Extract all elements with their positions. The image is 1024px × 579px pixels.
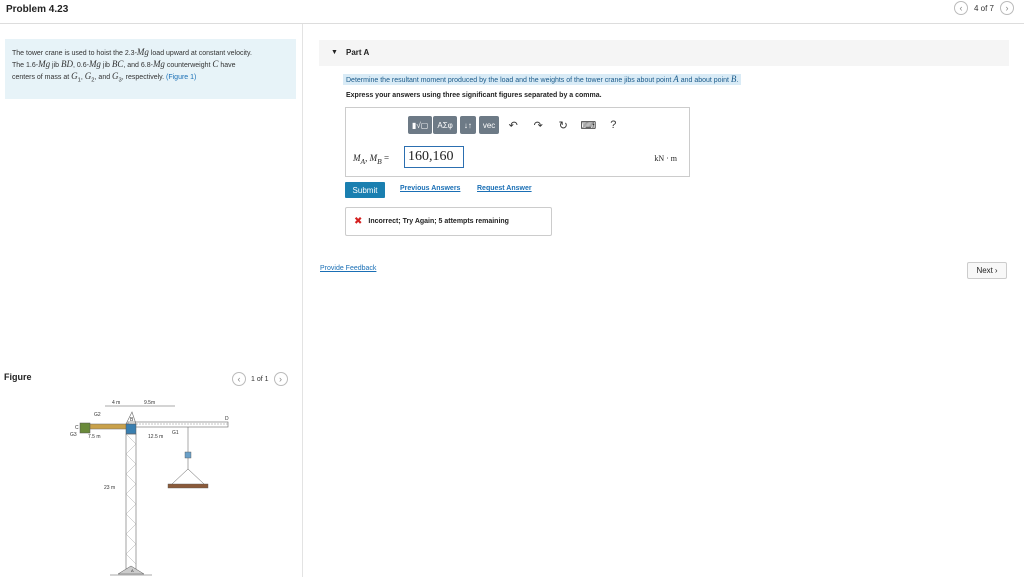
desc-math: BD <box>60 59 73 69</box>
x-icon: ✖ <box>354 216 363 227</box>
var-m: M <box>353 153 361 163</box>
sling <box>171 468 205 485</box>
right-column: ▼ Part A Determine the resultant moment … <box>304 24 1024 577</box>
problem-title: Problem 4.23 <box>6 4 69 15</box>
label-g3: G3 <box>70 432 77 438</box>
previous-answers-link[interactable]: Previous Answers <box>400 185 460 192</box>
counter-jib <box>84 423 131 430</box>
left-column: The tower crane is used to hoist the 2.3… <box>0 24 303 577</box>
vec-button[interactable]: vec <box>478 116 500 134</box>
tower-crane-figure[interactable]: 4 m 9.5m G2 G3 G1 B C D A 7.5 m 12.5 m 2… <box>60 394 240 579</box>
dim-label-125m: 12.5 m <box>148 434 163 440</box>
pager-text: 4 of 7 <box>973 3 994 13</box>
top-bar: Problem 4.23 ‹ 4 of 7 › <box>0 0 1024 24</box>
desc-text: jib <box>50 62 61 69</box>
part-a-header[interactable]: ▼ Part A <box>319 40 1009 66</box>
desc-text: counterweight <box>164 62 213 69</box>
label-a: A <box>131 568 134 573</box>
variable-label: MA, MB = <box>353 153 389 166</box>
toolbar-group: ▮√▢ ΑΣφ <box>408 116 457 134</box>
part-a-label: Part A <box>346 48 370 57</box>
feedback-text: Incorrect; Try Again; 5 attempts remaini… <box>368 218 509 225</box>
arrows-button[interactable]: ↓↑ <box>459 116 476 134</box>
question-part: and about point <box>678 77 731 84</box>
reset-icon[interactable]: ↻ <box>552 116 574 134</box>
desc-text: The 1.6- <box>12 62 39 69</box>
desc-text: , and <box>94 74 113 81</box>
cab <box>125 423 137 435</box>
desc-math: Mg <box>152 59 165 69</box>
desc-math: Mg <box>38 59 51 69</box>
desc-text: jib <box>100 62 112 69</box>
desc-text: centers of mass at <box>12 74 72 81</box>
unit-label: kN · m <box>654 154 677 163</box>
chevron-right-icon[interactable]: › <box>273 372 288 386</box>
answer-box: ▮√▢ ΑΣφ ↓↑ vec ↶ ↷ ↻ ⌨ ? MA, MB = 160,16… <box>345 107 690 177</box>
desc-text: load upward at constant velocity. <box>148 50 252 57</box>
label-d: D <box>225 416 229 422</box>
chevron-right-icon[interactable]: › <box>1000 1 1014 15</box>
figure-pager-text: 1 of 1 <box>251 375 269 383</box>
desc-math: Mg <box>136 47 149 57</box>
desc-math: Mg <box>88 59 101 69</box>
next-label: Next <box>976 266 993 275</box>
math-toolbar: ▮√▢ ΑΣφ ↓↑ vec ↶ ↷ ↻ ⌨ ? <box>408 116 624 134</box>
desc-text: The tower crane is used to hoist the 2.3… <box>12 50 137 57</box>
var-eq: = <box>381 153 390 163</box>
desc-text: , respectively. <box>121 74 167 81</box>
figure-pager: ‹ 1 of 1 › <box>232 372 288 386</box>
var-m: M <box>369 153 378 163</box>
redo-icon[interactable]: ↷ <box>527 116 549 134</box>
load <box>167 483 209 489</box>
request-answer-link[interactable]: Request Answer <box>477 185 532 192</box>
jib-bd <box>127 421 229 428</box>
submit-button[interactable]: Submit <box>345 182 385 198</box>
undo-icon[interactable]: ↶ <box>502 116 524 134</box>
question-text: Determine the resultant moment produced … <box>343 74 742 85</box>
dim-label-23m: 23 m <box>104 485 115 491</box>
dim-label-75m: 7.5 m <box>88 434 101 440</box>
problem-pager: ‹ 4 of 7 › <box>953 1 1014 15</box>
desc-text: have <box>218 62 236 69</box>
problem-description: The tower crane is used to hoist the 2.3… <box>5 39 296 99</box>
figure-heading: Figure <box>4 372 32 382</box>
mast-lattice <box>125 433 137 565</box>
templates-button[interactable]: ▮√▢ <box>408 116 433 134</box>
label-c: C <box>75 425 79 431</box>
label-g2: G2 <box>94 412 101 418</box>
help-icon[interactable]: ? <box>602 116 624 134</box>
chevron-left-icon[interactable]: ‹ <box>232 372 246 386</box>
greek-button[interactable]: ΑΣφ <box>433 116 457 134</box>
desc-text: , 0.6- <box>72 62 89 69</box>
label-g1: G1 <box>172 430 179 436</box>
counterweight-c <box>79 422 91 434</box>
feedback-box: ✖ Incorrect; Try Again; 5 attempts remai… <box>345 207 552 236</box>
instruction-text: Express your answers using three signifi… <box>346 92 602 99</box>
dim-label-95m: 9.5m <box>144 400 155 406</box>
desc-math: BC <box>111 59 124 69</box>
next-button[interactable]: Next › <box>967 262 1007 279</box>
keyboard-icon[interactable]: ⌨ <box>577 116 599 134</box>
dim-label-4m: 4 m <box>112 400 120 406</box>
chevron-left-icon[interactable]: ‹ <box>953 1 968 15</box>
answer-input[interactable]: 160,160 <box>404 146 464 168</box>
provide-feedback-link[interactable]: Provide Feedback <box>320 265 376 272</box>
question-part: . <box>736 77 739 84</box>
triangle-down-icon: ▼ <box>331 49 338 56</box>
chevron-right-icon: › <box>994 266 998 275</box>
desc-text: , and 6.8- <box>123 62 153 69</box>
question-part: Determine the resultant moment produced … <box>346 77 674 84</box>
hook-block <box>184 451 192 459</box>
figure-link[interactable]: (Figure 1) <box>166 74 196 81</box>
